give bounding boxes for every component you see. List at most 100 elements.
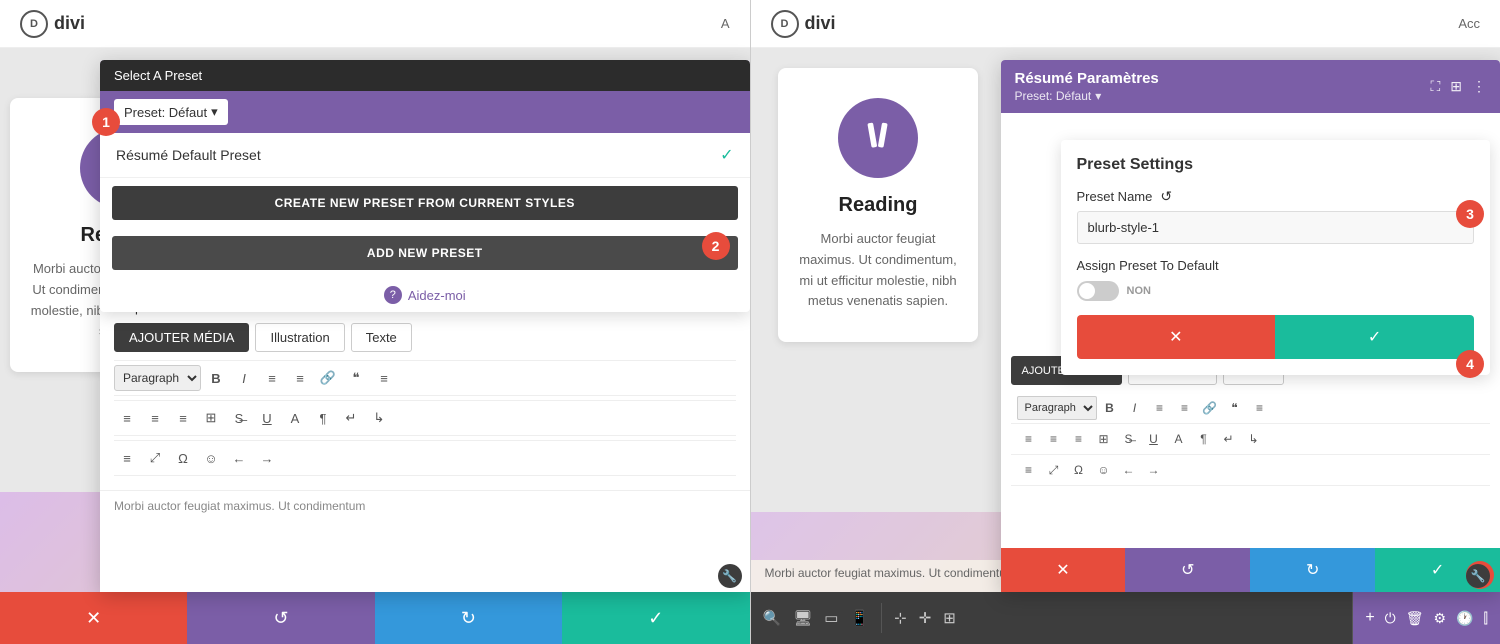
- left-preset-check: ✓: [720, 145, 733, 165]
- right-redo-text-icon[interactable]: →: [1142, 458, 1166, 482]
- right-trash-icon[interactable]: 🗑: [1406, 610, 1424, 627]
- right-undo-text-icon[interactable]: ←: [1117, 458, 1141, 482]
- right-toggle[interactable]: [1077, 281, 1119, 301]
- ol-icon[interactable]: ≡: [287, 365, 313, 391]
- right-monitor-icon[interactable]: 🖥: [793, 609, 812, 627]
- left-toolbar-row3: ≡ ⤢ Ω ☺ ← →: [114, 440, 736, 476]
- right-more-icon[interactable]: ⋮: [1472, 78, 1486, 95]
- indent2-icon[interactable]: ↳: [366, 405, 392, 431]
- bold-icon[interactable]: B: [203, 365, 229, 391]
- right-redo-btn[interactable]: ↻: [1250, 548, 1375, 592]
- left-cancel-btn[interactable]: ✕: [0, 592, 187, 644]
- align-center-icon[interactable]: ≡: [142, 405, 168, 431]
- left-save-btn[interactable]: ✓: [562, 592, 749, 644]
- format-icon[interactable]: ¶: [310, 405, 336, 431]
- right-confirm-cancel[interactable]: ✕: [1077, 315, 1276, 359]
- left-tab-media[interactable]: AJOUTER MÉDIA: [114, 323, 249, 352]
- right-module-subtitle: Preset: Défaut ▾: [1015, 89, 1159, 103]
- quote-icon[interactable]: ❝: [343, 365, 369, 391]
- underline-icon[interactable]: U: [254, 405, 280, 431]
- align-right-icon[interactable]: ≡: [170, 405, 196, 431]
- right-bold-icon[interactable]: B: [1098, 396, 1122, 420]
- align-left-icon[interactable]: ≡: [114, 405, 140, 431]
- link-icon[interactable]: 🔗: [315, 365, 341, 391]
- right-move-icon[interactable]: ✛: [919, 609, 932, 627]
- align3-icon[interactable]: ≡: [114, 445, 140, 471]
- right-cancel-btn[interactable]: ✕: [1001, 548, 1126, 592]
- right-strike-icon[interactable]: S̶: [1117, 427, 1141, 451]
- right-paragraph-select[interactable]: Paragraph: [1017, 396, 1097, 420]
- right-format-icon[interactable]: ¶: [1192, 427, 1216, 451]
- left-paragraph-select[interactable]: Paragraph: [114, 365, 201, 391]
- right-align-icon[interactable]: ≡: [1248, 396, 1272, 420]
- right-tablet-icon[interactable]: ▭: [824, 609, 838, 627]
- right-indent2-icon[interactable]: ↳: [1242, 427, 1266, 451]
- right-search-icon[interactable]: 🔍: [763, 609, 782, 627]
- right-align4-icon[interactable]: ≡: [1017, 458, 1041, 482]
- right-confirm-btns: ✕ ✓: [1077, 315, 1475, 359]
- right-card-title: Reading: [798, 194, 958, 217]
- right-align-center-icon[interactable]: ≡: [1042, 427, 1066, 451]
- right-power-icon[interactable]: ⏻: [1385, 610, 1396, 627]
- emoji-icon[interactable]: ☺: [198, 445, 224, 471]
- right-align-right-icon[interactable]: ≡: [1067, 427, 1091, 451]
- italic-icon[interactable]: I: [231, 365, 257, 391]
- right-toggle-area: NON: [1077, 281, 1475, 301]
- right-expand-icon[interactable]: ⤢: [1042, 458, 1066, 482]
- right-confirm-ok[interactable]: ✓: [1275, 315, 1474, 359]
- align-icon[interactable]: ≡: [371, 365, 397, 391]
- right-link-icon[interactable]: 🔗: [1198, 396, 1222, 420]
- omega-icon[interactable]: Ω: [170, 445, 196, 471]
- ul-icon[interactable]: ≡: [259, 365, 285, 391]
- right-add-icon[interactable]: +: [1365, 609, 1374, 627]
- right-ul-icon[interactable]: ≡: [1148, 396, 1172, 420]
- right-grid2-icon[interactable]: ⊞: [943, 609, 956, 627]
- left-create-preset-btn[interactable]: CREATE NEW PRESET FROM CURRENT STYLES: [112, 186, 738, 220]
- right-columns-icon[interactable]: ⫿: [1484, 610, 1488, 627]
- right-ol-icon[interactable]: ≡: [1173, 396, 1197, 420]
- right-clock-icon[interactable]: 🕐: [1456, 610, 1473, 627]
- right-color-icon[interactable]: A: [1167, 427, 1191, 451]
- right-preset-name-input[interactable]: [1077, 211, 1475, 244]
- right-logo-circle: D: [771, 10, 799, 38]
- right-italic-icon[interactable]: I: [1123, 396, 1147, 420]
- right-indent-icon[interactable]: ↵: [1217, 427, 1241, 451]
- right-fullscreen-icon[interactable]: ⛶: [1430, 78, 1440, 95]
- right-quote-icon[interactable]: ❝: [1223, 396, 1247, 420]
- left-tab-texte[interactable]: Texte: [351, 323, 412, 352]
- right-omega-icon[interactable]: Ω: [1067, 458, 1091, 482]
- right-module-panel-icons: ⛶ ⊞ ⋮: [1430, 78, 1486, 95]
- right-underline-icon[interactable]: U: [1142, 427, 1166, 451]
- expand-icon[interactable]: ⤢: [142, 445, 168, 471]
- redo-text-icon[interactable]: →: [254, 445, 280, 471]
- right-emoji-icon[interactable]: ☺: [1092, 458, 1116, 482]
- table-icon[interactable]: ⊞: [198, 405, 224, 431]
- left-preset-dropdown[interactable]: Preset: Défaut ▾: [114, 99, 228, 125]
- right-wrench-icon[interactable]: 🔧: [1466, 564, 1490, 588]
- right-grid-icon[interactable]: ⊞: [1450, 78, 1462, 95]
- left-help-icon: ?: [384, 286, 402, 304]
- undo-text-icon[interactable]: ←: [226, 445, 252, 471]
- right-gear-icon[interactable]: ⚙: [1434, 610, 1447, 627]
- left-preset-subheader: Preset: Défaut ▾: [100, 91, 750, 133]
- right-divi-header: D divi Acc: [751, 0, 1500, 48]
- right-table-icon[interactable]: ⊞: [1092, 427, 1116, 451]
- indent-icon[interactable]: ↵: [338, 405, 364, 431]
- color-icon[interactable]: A: [282, 405, 308, 431]
- right-header-right: Acc: [1458, 16, 1480, 31]
- left-add-preset-btn[interactable]: ADD NEW PRESET: [112, 236, 738, 270]
- left-preset-item[interactable]: Résumé Default Preset ✓: [100, 133, 750, 178]
- strikethrough-icon[interactable]: S̶: [226, 405, 252, 431]
- left-module-panel: Résumé Paramètres Preset: Défaut ▾ ⛶ ⊞ ⋮…: [100, 60, 750, 592]
- left-divi-logo: D divi: [20, 10, 85, 38]
- right-undo-btn[interactable]: ↺: [1125, 548, 1250, 592]
- right-mobile-icon[interactable]: 📱: [850, 609, 869, 627]
- left-undo-btn[interactable]: ↺: [187, 592, 374, 644]
- right-toolbar-row1: Paragraph B I ≡ ≡ 🔗 ❝ ≡: [1011, 393, 1491, 424]
- right-refresh-icon[interactable]: ↺: [1160, 188, 1172, 205]
- right-cursor-icon[interactable]: ⊹: [894, 609, 907, 627]
- left-tab-illustration[interactable]: Illustration: [255, 323, 344, 352]
- right-align-left-icon[interactable]: ≡: [1017, 427, 1041, 451]
- left-redo-btn[interactable]: ↻: [375, 592, 562, 644]
- wrench-icon[interactable]: 🔧: [718, 564, 742, 588]
